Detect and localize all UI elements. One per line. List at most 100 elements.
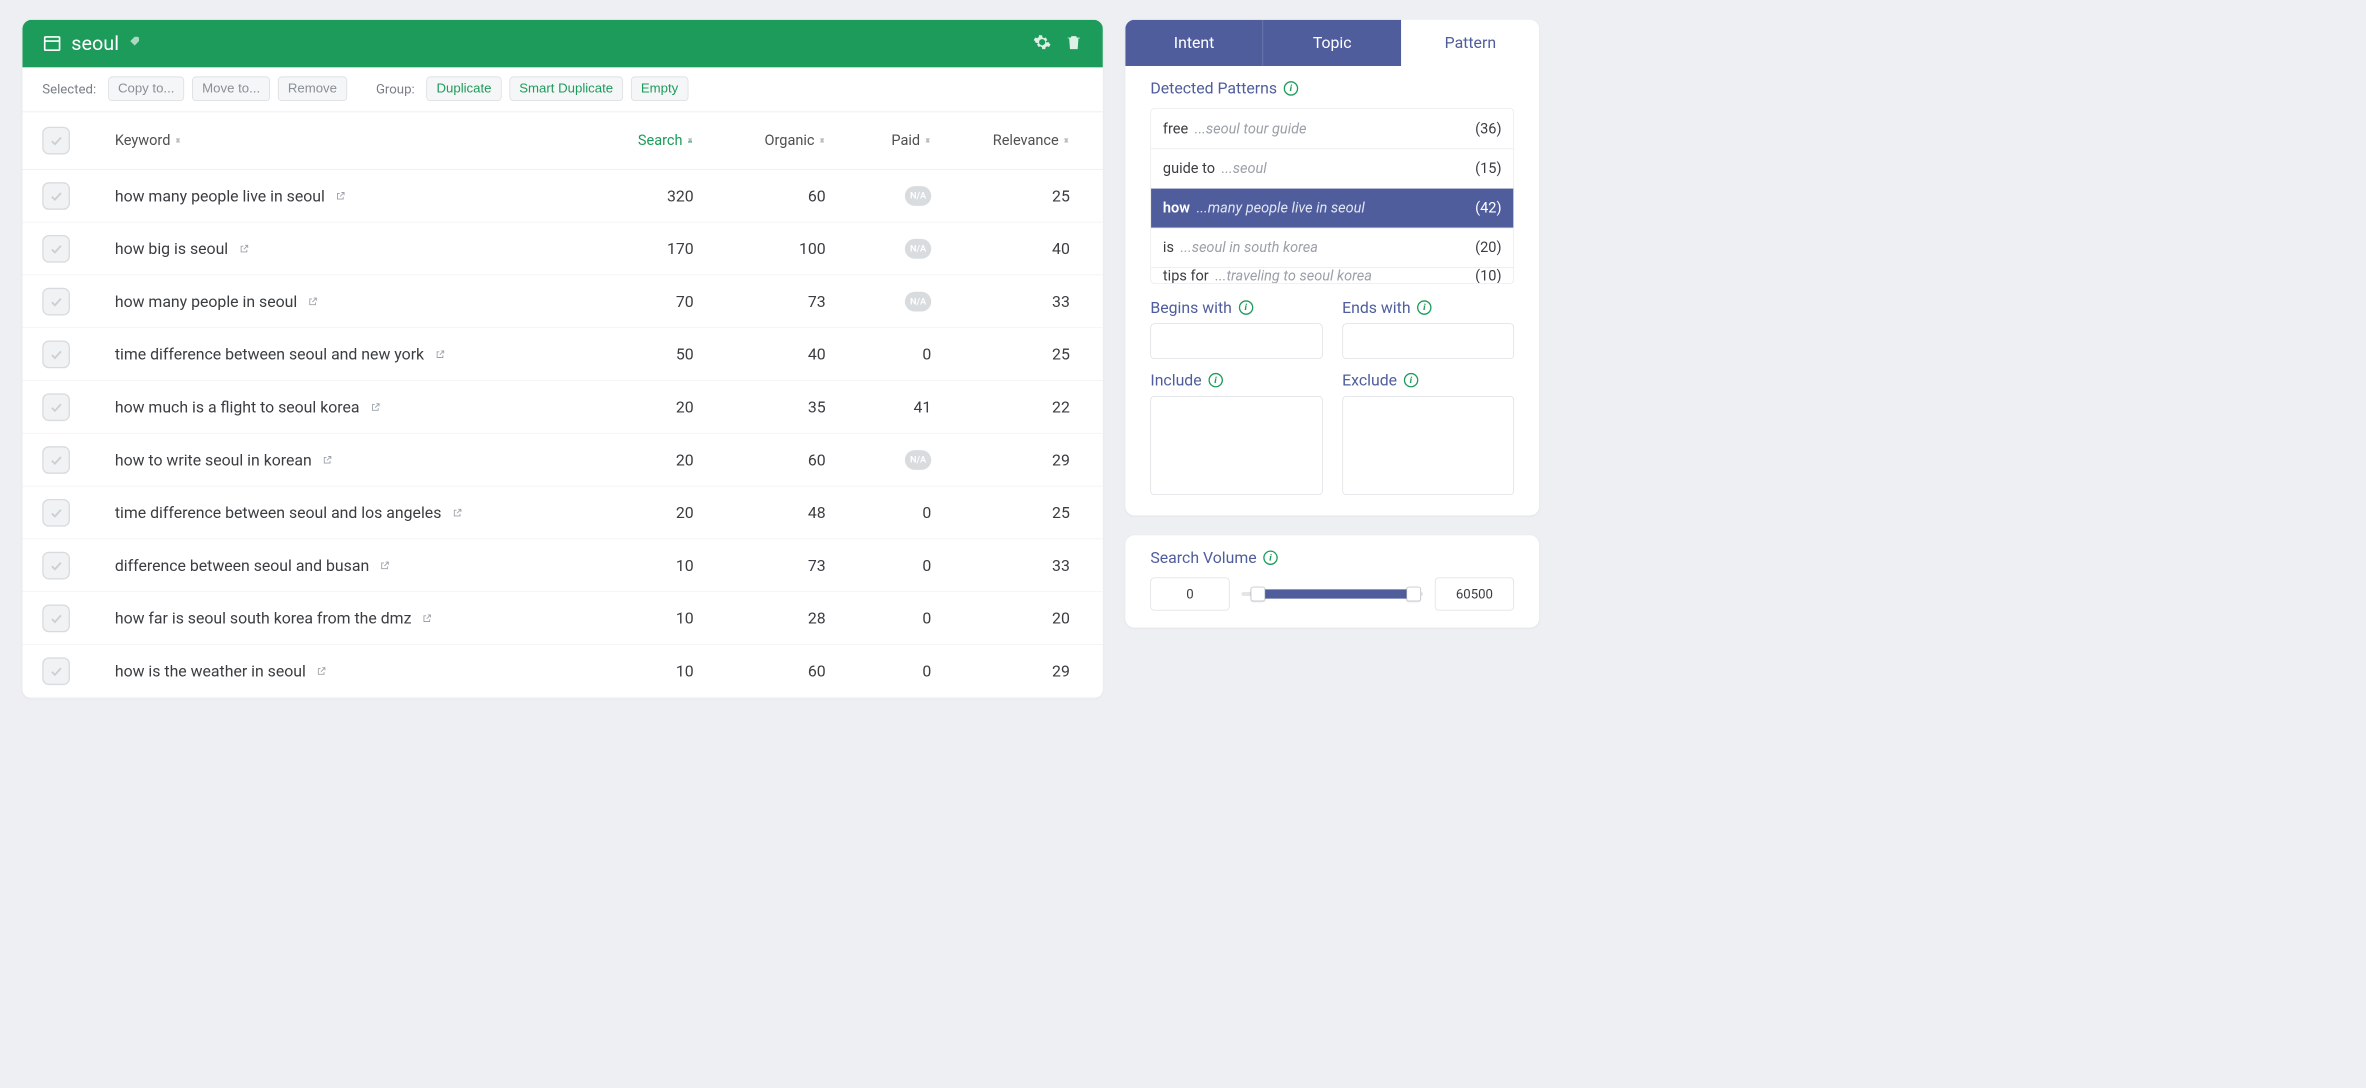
- relevance-value: 40: [1052, 239, 1070, 257]
- table-row[interactable]: how is the weather in seoul1060029: [22, 645, 1102, 698]
- row-checkbox[interactable]: [42, 657, 70, 685]
- search-value: 20: [676, 450, 694, 468]
- column-keyword[interactable]: Keyword ▲▼: [115, 132, 582, 149]
- duplicate-button[interactable]: Duplicate: [427, 77, 502, 101]
- info-icon[interactable]: i: [1263, 550, 1278, 565]
- external-link-icon[interactable]: [380, 556, 391, 574]
- row-checkbox[interactable]: [42, 235, 70, 263]
- tag-icon[interactable]: [128, 35, 141, 52]
- paid-value: 0: [922, 609, 931, 627]
- search-value: 70: [676, 292, 694, 310]
- trash-icon[interactable]: [1065, 33, 1083, 55]
- info-icon[interactable]: i: [1404, 373, 1419, 388]
- search-value: 50: [676, 345, 694, 363]
- search-volume-title: Search Volume i: [1150, 548, 1514, 566]
- row-checkbox[interactable]: [42, 393, 70, 421]
- keyword-text: how is the weather in seoul: [115, 662, 306, 680]
- info-icon[interactable]: i: [1417, 300, 1432, 315]
- side-tabs: Intent Topic Pattern: [1125, 20, 1539, 66]
- pattern-row[interactable]: guide to...seoul(15): [1151, 149, 1513, 189]
- organic-value: 35: [808, 398, 826, 416]
- pattern-card: Intent Topic Pattern Detected Patterns i…: [1125, 20, 1539, 516]
- row-checkbox[interactable]: [42, 446, 70, 474]
- pattern-row[interactable]: tips for...traveling to seoul korea(10): [1151, 267, 1513, 283]
- external-link-icon[interactable]: [239, 239, 250, 257]
- organic-value: 60: [808, 662, 826, 680]
- search-value: 170: [667, 239, 694, 257]
- search-volume-max[interactable]: 60500: [1435, 578, 1514, 611]
- table-row[interactable]: how many people in seoul7073N/A33: [22, 275, 1102, 328]
- row-checkbox[interactable]: [42, 182, 70, 210]
- exclude-input[interactable]: [1342, 396, 1514, 495]
- include-input[interactable]: [1150, 396, 1322, 495]
- empty-button[interactable]: Empty: [631, 77, 688, 101]
- ends-with-input[interactable]: [1342, 323, 1514, 359]
- search-value: 10: [676, 556, 694, 574]
- table-row[interactable]: time difference between seoul and los an…: [22, 486, 1102, 539]
- pattern-count: (20): [1475, 240, 1501, 257]
- organic-value: 48: [808, 503, 826, 521]
- info-icon[interactable]: i: [1239, 300, 1254, 315]
- pattern-row[interactable]: is...seoul in south korea(20): [1151, 228, 1513, 268]
- pattern-suffix: ...seoul in south korea: [1181, 240, 1318, 257]
- relevance-value: 29: [1052, 662, 1070, 680]
- external-link-icon[interactable]: [422, 609, 433, 627]
- relevance-value: 22: [1052, 398, 1070, 416]
- slider-handle-right[interactable]: [1407, 587, 1422, 602]
- slider-handle-left[interactable]: [1251, 587, 1266, 602]
- move-to-button[interactable]: Move to...: [192, 77, 270, 101]
- pattern-row[interactable]: free...seoul tour guide(36): [1151, 109, 1513, 149]
- organic-value: 73: [808, 292, 826, 310]
- external-link-icon[interactable]: [322, 450, 333, 468]
- include-label: Include i: [1150, 371, 1322, 389]
- search-volume-min[interactable]: 0: [1150, 578, 1229, 611]
- external-link-icon[interactable]: [335, 186, 346, 204]
- begins-with-input[interactable]: [1150, 323, 1322, 359]
- smart-duplicate-button[interactable]: Smart Duplicate: [509, 77, 623, 101]
- table-row[interactable]: how much is a flight to seoul korea20354…: [22, 381, 1102, 434]
- tab-intent[interactable]: Intent: [1125, 20, 1262, 66]
- external-link-icon[interactable]: [316, 662, 327, 680]
- table-row[interactable]: how big is seoul170100N/A40: [22, 222, 1102, 275]
- keyword-text: how much is a flight to seoul korea: [115, 398, 360, 416]
- column-paid[interactable]: Paid ▲▼: [845, 132, 951, 149]
- pattern-count: (36): [1475, 120, 1501, 137]
- tab-pattern[interactable]: Pattern: [1401, 20, 1539, 66]
- row-checkbox[interactable]: [42, 604, 70, 632]
- external-link-icon[interactable]: [452, 503, 463, 521]
- column-search[interactable]: Search ▲▼: [581, 132, 713, 149]
- selected-label: Selected:: [42, 81, 96, 97]
- table-row[interactable]: how many people live in seoul32060N/A25: [22, 170, 1102, 223]
- organic-value: 100: [799, 239, 826, 257]
- column-organic[interactable]: Organic ▲▼: [713, 132, 845, 149]
- ends-with-label: Ends with i: [1342, 298, 1514, 316]
- table-row[interactable]: how to write seoul in korean2060N/A29: [22, 434, 1102, 487]
- organic-value: 60: [808, 450, 826, 468]
- external-link-icon[interactable]: [370, 398, 381, 416]
- copy-to-button[interactable]: Copy to...: [108, 77, 184, 101]
- info-icon[interactable]: i: [1284, 81, 1299, 96]
- pattern-suffix: ...seoul tour guide: [1195, 120, 1307, 137]
- column-relevance[interactable]: Relevance ▲▼: [951, 132, 1083, 149]
- select-all-checkbox[interactable]: [42, 127, 70, 155]
- search-value: 10: [676, 609, 694, 627]
- row-checkbox[interactable]: [42, 340, 70, 368]
- search-volume-slider[interactable]: [1241, 587, 1423, 602]
- gear-icon[interactable]: [1033, 33, 1051, 55]
- pattern-row[interactable]: how...many people live in seoul(42): [1151, 188, 1513, 228]
- row-checkbox[interactable]: [42, 287, 70, 315]
- row-checkbox[interactable]: [42, 499, 70, 527]
- toolbar: Selected: Copy to... Move to... Remove G…: [22, 67, 1102, 112]
- external-link-icon[interactable]: [308, 292, 319, 310]
- paid-value: 0: [922, 662, 931, 680]
- table-row[interactable]: how far is seoul south korea from the dm…: [22, 592, 1102, 645]
- table-row[interactable]: difference between seoul and busan107303…: [22, 539, 1102, 592]
- tab-topic[interactable]: Topic: [1263, 20, 1401, 66]
- row-checkbox[interactable]: [42, 551, 70, 579]
- keyword-text: how big is seoul: [115, 239, 228, 257]
- na-badge: N/A: [905, 186, 931, 206]
- external-link-icon[interactable]: [435, 345, 446, 363]
- info-icon[interactable]: i: [1208, 373, 1223, 388]
- remove-button[interactable]: Remove: [278, 77, 347, 101]
- table-row[interactable]: time difference between seoul and new yo…: [22, 328, 1102, 381]
